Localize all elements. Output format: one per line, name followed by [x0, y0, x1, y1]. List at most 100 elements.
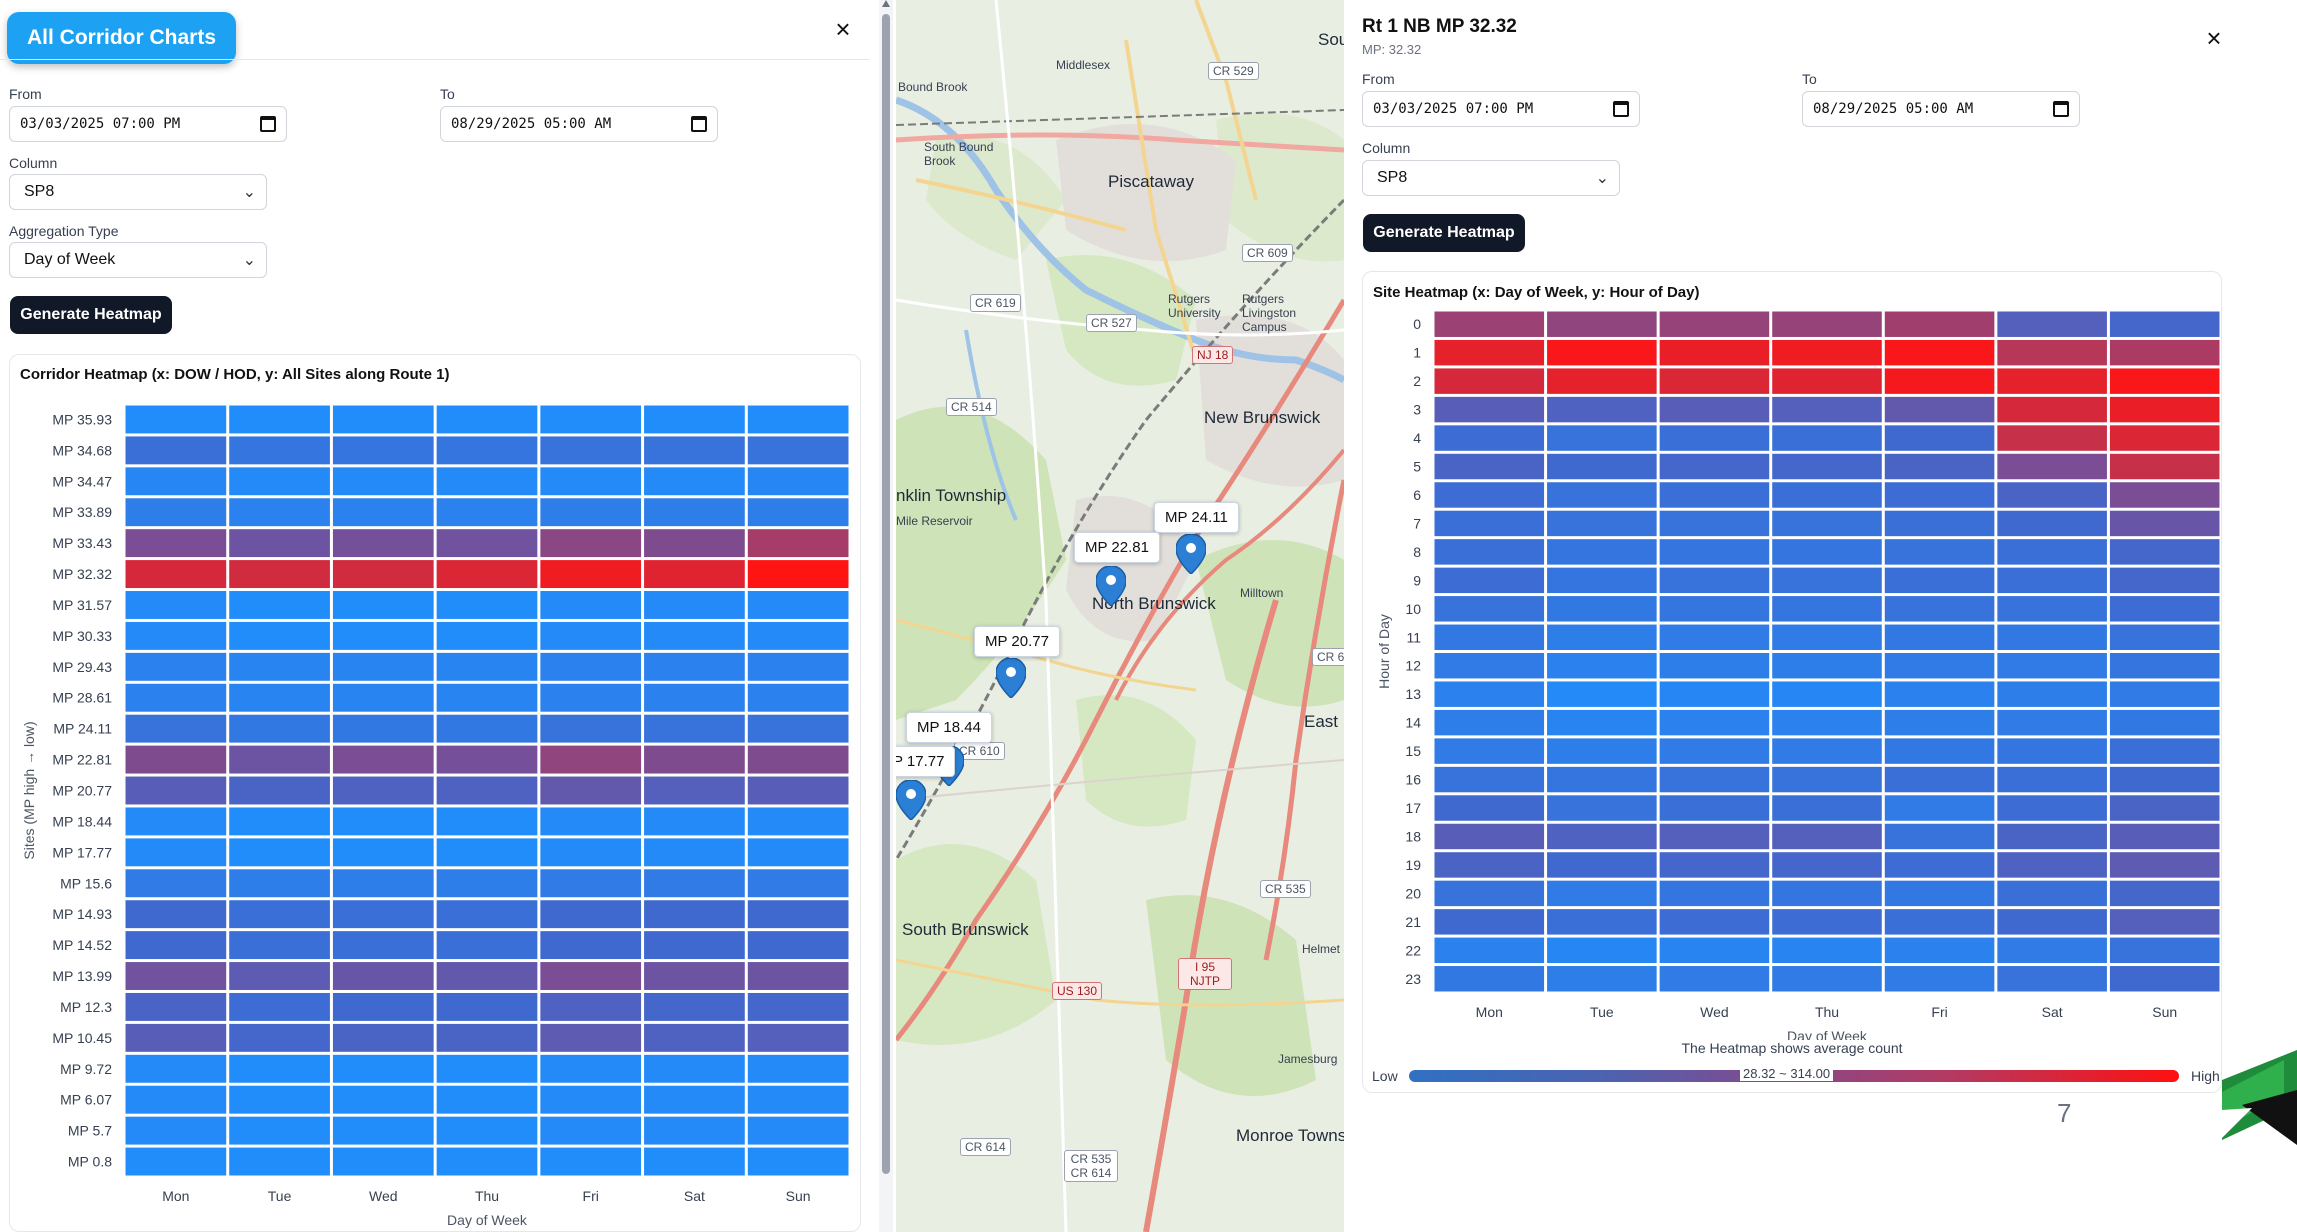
heatmap-cell	[332, 1085, 434, 1114]
heatmap-cell	[125, 621, 227, 650]
to-date-input[interactable]: 08/29/2025 05:00 AM	[440, 106, 718, 142]
map-marker-label[interactable]: MP 24.11	[1154, 502, 1239, 533]
heatmap-cell	[747, 1147, 849, 1176]
x-tick-label: Sun	[786, 1188, 811, 1204]
map-marker-label[interactable]: P 17.77	[896, 746, 956, 777]
heatmap-cell	[1997, 425, 2107, 451]
heatmap-cell	[436, 1054, 538, 1083]
from-date-input[interactable]: 03/03/2025 07:00 PM	[9, 106, 287, 142]
map-marker-label[interactable]: MP 22.81	[1074, 532, 1160, 563]
heatmap-cell	[229, 1116, 330, 1145]
heatmap-cell	[644, 652, 745, 681]
heatmap-cell	[1434, 709, 1545, 736]
generate-heatmap-button[interactable]: Generate Heatmap	[10, 296, 172, 334]
heatmap-cell	[1884, 596, 1995, 622]
map-marker-label[interactable]: MP 20.77	[974, 626, 1060, 657]
heatmap-cell	[1547, 738, 1657, 764]
calendar-icon[interactable]	[691, 116, 707, 132]
calendar-icon[interactable]	[260, 116, 276, 132]
heatmap-cell	[1434, 852, 1545, 878]
all-corridor-charts-button[interactable]: All Corridor Charts	[7, 12, 236, 64]
heatmap-cell	[332, 405, 434, 434]
heatmap-cell	[229, 591, 330, 619]
y-tick-label: 5	[1413, 459, 1421, 475]
heatmap-cell	[747, 1085, 849, 1114]
heatmap-cell	[229, 1147, 330, 1176]
heatmap-cell	[1659, 766, 1770, 793]
heatmap-cell	[229, 467, 330, 496]
heatmap-cell	[1659, 510, 1770, 537]
heatmap-cell	[332, 962, 434, 990]
from-label: From	[9, 86, 42, 102]
heatmap-cell	[644, 529, 745, 558]
road-badge: NJ 18	[1192, 346, 1234, 364]
heatmap-cell	[540, 807, 642, 836]
generate-heatmap-button[interactable]: Generate Heatmap	[1363, 214, 1525, 252]
heatmap-cell	[644, 931, 745, 960]
left-panel-scrollbar[interactable]	[879, 0, 893, 1232]
calendar-icon[interactable]	[2053, 101, 2069, 117]
map-pin-icon[interactable]	[1176, 534, 1206, 574]
road-badge: CR 619	[970, 294, 1021, 312]
heatmap-cell	[747, 776, 849, 805]
heatmap-cell	[747, 683, 849, 712]
column-select[interactable]: SP8 ⌄	[1362, 160, 1620, 196]
to-date-value: 08/29/2025 05:00 AM	[1813, 101, 1974, 117]
heatmap-cell	[1997, 681, 2107, 707]
heatmap-cell	[332, 869, 434, 898]
heatmap-cell	[125, 591, 227, 619]
heatmap-cell	[1997, 453, 2107, 480]
heatmap-cell	[332, 683, 434, 712]
heatmap-cell	[2109, 681, 2220, 707]
heatmap-cell	[747, 869, 849, 898]
map-place-label: Monroe Townsh	[1236, 1126, 1344, 1145]
heatmap-cell	[229, 1023, 330, 1052]
header-divider	[0, 59, 870, 60]
heatmap-cell	[1434, 738, 1545, 764]
heatmap-cell	[1772, 339, 1882, 366]
column-select[interactable]: SP8 ⌄	[9, 174, 267, 210]
close-right-panel-button[interactable]: ×	[2197, 21, 2231, 55]
map-pin-icon[interactable]	[996, 658, 1026, 698]
close-left-panel-button[interactable]: ×	[826, 12, 860, 46]
heatmap-cell	[540, 1147, 642, 1176]
heatmap-cell	[125, 405, 227, 434]
heatmap-cell	[436, 436, 538, 465]
route-map[interactable]: Middlesex Bound Brook South Bound Brook Pis…	[896, 0, 1344, 1232]
heatmap-cell	[644, 838, 745, 867]
map-pin-icon[interactable]	[896, 780, 926, 820]
heatmap-cell	[747, 498, 849, 527]
road-badge: CR 527	[1086, 314, 1137, 332]
from-date-input[interactable]: 03/03/2025 07:00 PM	[1362, 91, 1640, 127]
aggregation-select[interactable]: Day of Week ⌄	[9, 242, 267, 278]
left-panel-scroll-thumb[interactable]	[882, 14, 890, 1174]
heatmap-cell	[1884, 368, 1995, 394]
x-axis-title: Day of Week	[1787, 1028, 1868, 1040]
heatmap-cell	[540, 1085, 642, 1114]
heatmap-cell	[747, 436, 849, 465]
heatmap-cell	[1997, 368, 2107, 394]
heatmap-cell	[436, 1147, 538, 1176]
heatmap-cell	[436, 621, 538, 650]
heatmap-cell	[229, 1085, 330, 1114]
map-place-label: Milltown	[1240, 586, 1284, 600]
y-tick-label: MP 6.07	[60, 1092, 112, 1108]
heatmap-cell	[747, 714, 849, 743]
heatmap-cell	[2109, 709, 2220, 736]
calendar-icon[interactable]	[1613, 101, 1629, 117]
heatmap-cell	[1997, 966, 2107, 992]
scroll-up-arrow-icon[interactable]	[882, 0, 890, 7]
heatmap-cell	[436, 838, 538, 867]
to-date-input[interactable]: 08/29/2025 05:00 AM	[1802, 91, 2080, 127]
heatmap-cell	[332, 560, 434, 589]
heatmap-cell	[125, 714, 227, 743]
map-pin-icon[interactable]	[1096, 566, 1126, 606]
heatmap-cell	[1772, 738, 1882, 764]
heatmap-cell	[1997, 624, 2107, 650]
y-tick-label: MP 33.89	[52, 504, 112, 520]
heatmap-cell	[229, 1054, 330, 1083]
map-marker-label[interactable]: MP 18.44	[906, 712, 992, 743]
column-label: Column	[1362, 140, 1411, 156]
heatmap-cell	[747, 931, 849, 960]
y-tick-label: 2	[1413, 373, 1421, 389]
